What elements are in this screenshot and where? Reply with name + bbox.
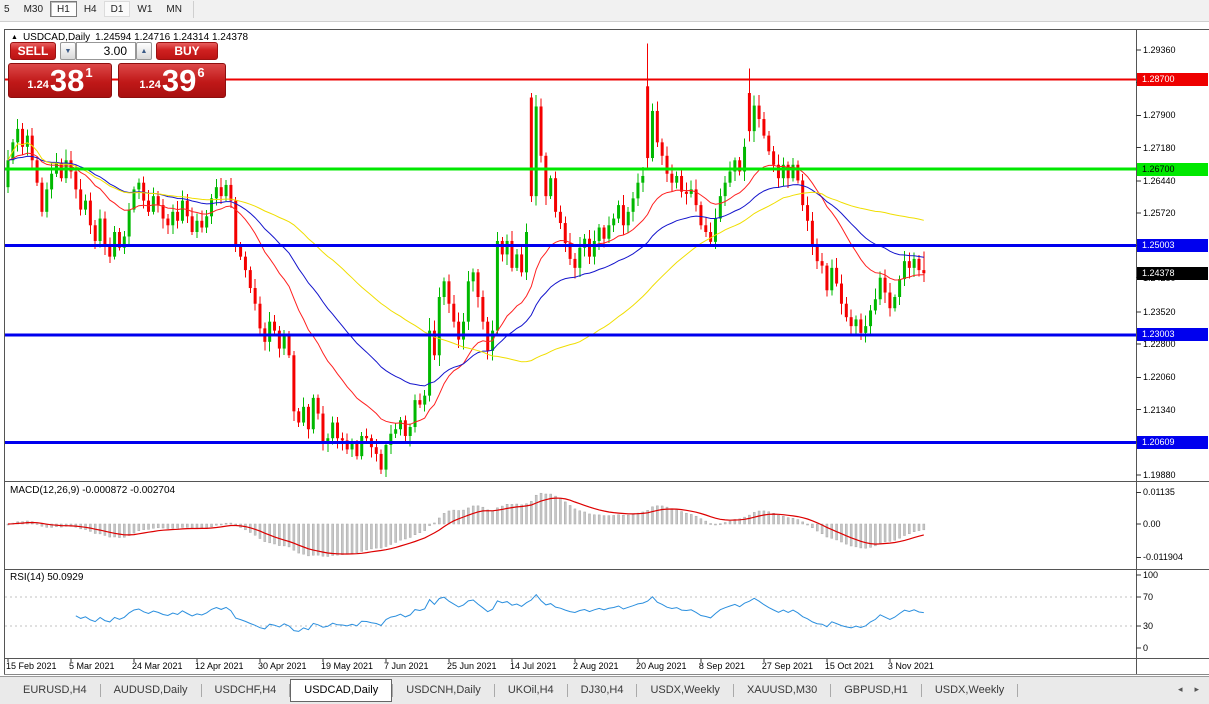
tab-scroll-arrows: ◂ ▸ (1178, 684, 1199, 695)
date-tick-label: 15 Feb 2021 (6, 661, 57, 671)
price-level-badge: 1.24378 (1137, 267, 1208, 280)
chart-tab-usdchf-h4[interactable]: USDCHF,H4 (202, 680, 290, 701)
macd-tick-label: 0.00 (1143, 519, 1161, 529)
rsi-tick-label: 70 (1143, 592, 1153, 602)
price-level-badge: 1.28700 (1137, 73, 1208, 86)
chart-tab-dj30-h4[interactable]: DJ30,H4 (568, 680, 637, 701)
price-tick-label: 1.23520 (1143, 307, 1176, 317)
buy-price-display[interactable]: 1.24 39 6 (118, 63, 226, 98)
chart-tab-gbpusd-h1[interactable]: GBPUSD,H1 (831, 680, 921, 701)
date-tick-label: 5 Mar 2021 (69, 661, 115, 671)
chart-tab-usdcnh-daily[interactable]: USDCNH,Daily (393, 680, 494, 701)
timeframe-button-w1[interactable]: W1 (130, 1, 159, 17)
chevron-down-icon: ▼ (65, 48, 72, 55)
rsi-indicator-label: RSI(14) 50.0929 (10, 572, 83, 583)
buy-price-pip: 6 (197, 65, 204, 80)
price-tick-label: 1.29360 (1143, 45, 1176, 55)
buy-price-prefix: 1.24 (139, 79, 160, 91)
chart-tab-xauusd-m30[interactable]: XAUUSD,M30 (734, 680, 830, 701)
date-tick-label: 25 Jun 2021 (447, 661, 497, 671)
chevron-up-icon: ▲ (141, 48, 148, 55)
price-tick-label: 1.22060 (1143, 372, 1176, 382)
chart-tab-usdcad-daily[interactable]: USDCAD,Daily (290, 679, 392, 702)
date-tick-label: 8 Sep 2021 (699, 661, 745, 671)
rsi-tick-label: 0 (1143, 643, 1148, 653)
price-tick-label: 1.27180 (1143, 143, 1176, 153)
timeframe-button-m30[interactable]: M30 (17, 1, 50, 17)
rsi-pane[interactable] (5, 571, 1136, 657)
trading-terminal-window: 5M30H1H4D1W1MN ▲ USDCAD,Daily 1.24594 1.… (0, 0, 1209, 704)
sell-price-prefix: 1.24 (27, 79, 48, 91)
timeframe-button-h1[interactable]: H1 (50, 1, 77, 17)
date-tick-label: 3 Nov 2021 (888, 661, 934, 671)
tab-scroll-left-icon[interactable]: ◂ (1178, 684, 1183, 695)
date-tick-label: 15 Oct 2021 (825, 661, 874, 671)
price-tick-label: 1.25720 (1143, 208, 1176, 218)
date-tick-label: 14 Jul 2021 (510, 661, 557, 671)
volume-decrease-button[interactable]: ▼ (60, 42, 76, 60)
timeframe-toolbar: 5M30H1H4D1W1MN (0, 0, 1209, 22)
date-tick-label: 7 Jun 2021 (384, 661, 429, 671)
macd-tick-label: 0.01135 (1143, 487, 1175, 497)
buy-price-big: 39 (162, 66, 196, 95)
price-tick-label: 1.21340 (1143, 405, 1176, 415)
date-tick-label: 30 Apr 2021 (258, 661, 307, 671)
sell-button[interactable]: SELL (10, 42, 56, 60)
price-tick-label: 1.26440 (1143, 176, 1176, 186)
volume-input[interactable] (76, 42, 136, 60)
price-level-badge: 1.25003 (1137, 239, 1208, 252)
chart-tab-usdx-weekly[interactable]: USDX,Weekly (637, 680, 732, 701)
chart-tab-audusd-daily[interactable]: AUDUSD,Daily (101, 680, 201, 701)
price-level-badge: 1.23003 (1137, 328, 1208, 341)
sell-price-display[interactable]: 1.24 38 1 (8, 63, 112, 98)
tab-separator (1017, 684, 1018, 697)
timeframe-button-5[interactable]: 5 (0, 1, 17, 17)
price-tick-label: 1.19880 (1143, 470, 1176, 480)
toolbar-separator (193, 1, 194, 18)
macd-tick-label: -0.011904 (1143, 552, 1183, 562)
price-level-badge: 1.26700 (1137, 163, 1208, 176)
chart-tab-eurusd-h4[interactable]: EURUSD,H4 (10, 680, 100, 701)
one-click-trade-panel: SELL ▼ ▲ BUY 1.24 38 1 1.24 39 6 (8, 40, 228, 98)
timeframe-button-h4[interactable]: H4 (77, 1, 104, 17)
timeframe-button-mn[interactable]: MN (159, 1, 189, 17)
price-level-badge: 1.20609 (1137, 436, 1208, 449)
date-tick-label: 20 Aug 2021 (636, 661, 687, 671)
chart-tab-usdx-weekly[interactable]: USDX,Weekly (922, 680, 1017, 701)
sell-price-pip: 1 (85, 65, 92, 80)
price-tick-label: 1.27900 (1143, 110, 1176, 120)
date-tick-label: 12 Apr 2021 (195, 661, 244, 671)
buy-button[interactable]: BUY (156, 42, 218, 60)
date-tick-label: 19 May 2021 (321, 661, 373, 671)
timeframe-button-d1[interactable]: D1 (104, 1, 131, 17)
sell-price-big: 38 (50, 66, 84, 95)
rsi-tick-label: 100 (1143, 570, 1158, 580)
price-axis[interactable]: 1.293601.286401.279001.271801.264401.257… (1136, 29, 1209, 675)
rsi-tick-label: 30 (1143, 621, 1153, 631)
date-tick-label: 27 Sep 2021 (762, 661, 813, 671)
chart-tab-bar: EURUSD,H4AUDUSD,DailyUSDCHF,H4USDCAD,Dai… (0, 676, 1209, 704)
date-tick-label: 2 Aug 2021 (573, 661, 619, 671)
volume-increase-button[interactable]: ▲ (136, 42, 152, 60)
chart-tab-ukoil-h4[interactable]: UKOil,H4 (495, 680, 567, 701)
tab-scroll-right-icon[interactable]: ▸ (1194, 684, 1199, 695)
date-tick-label: 24 Mar 2021 (132, 661, 183, 671)
macd-indicator-label: MACD(12,26,9) -0.000872 -0.002704 (10, 485, 175, 496)
